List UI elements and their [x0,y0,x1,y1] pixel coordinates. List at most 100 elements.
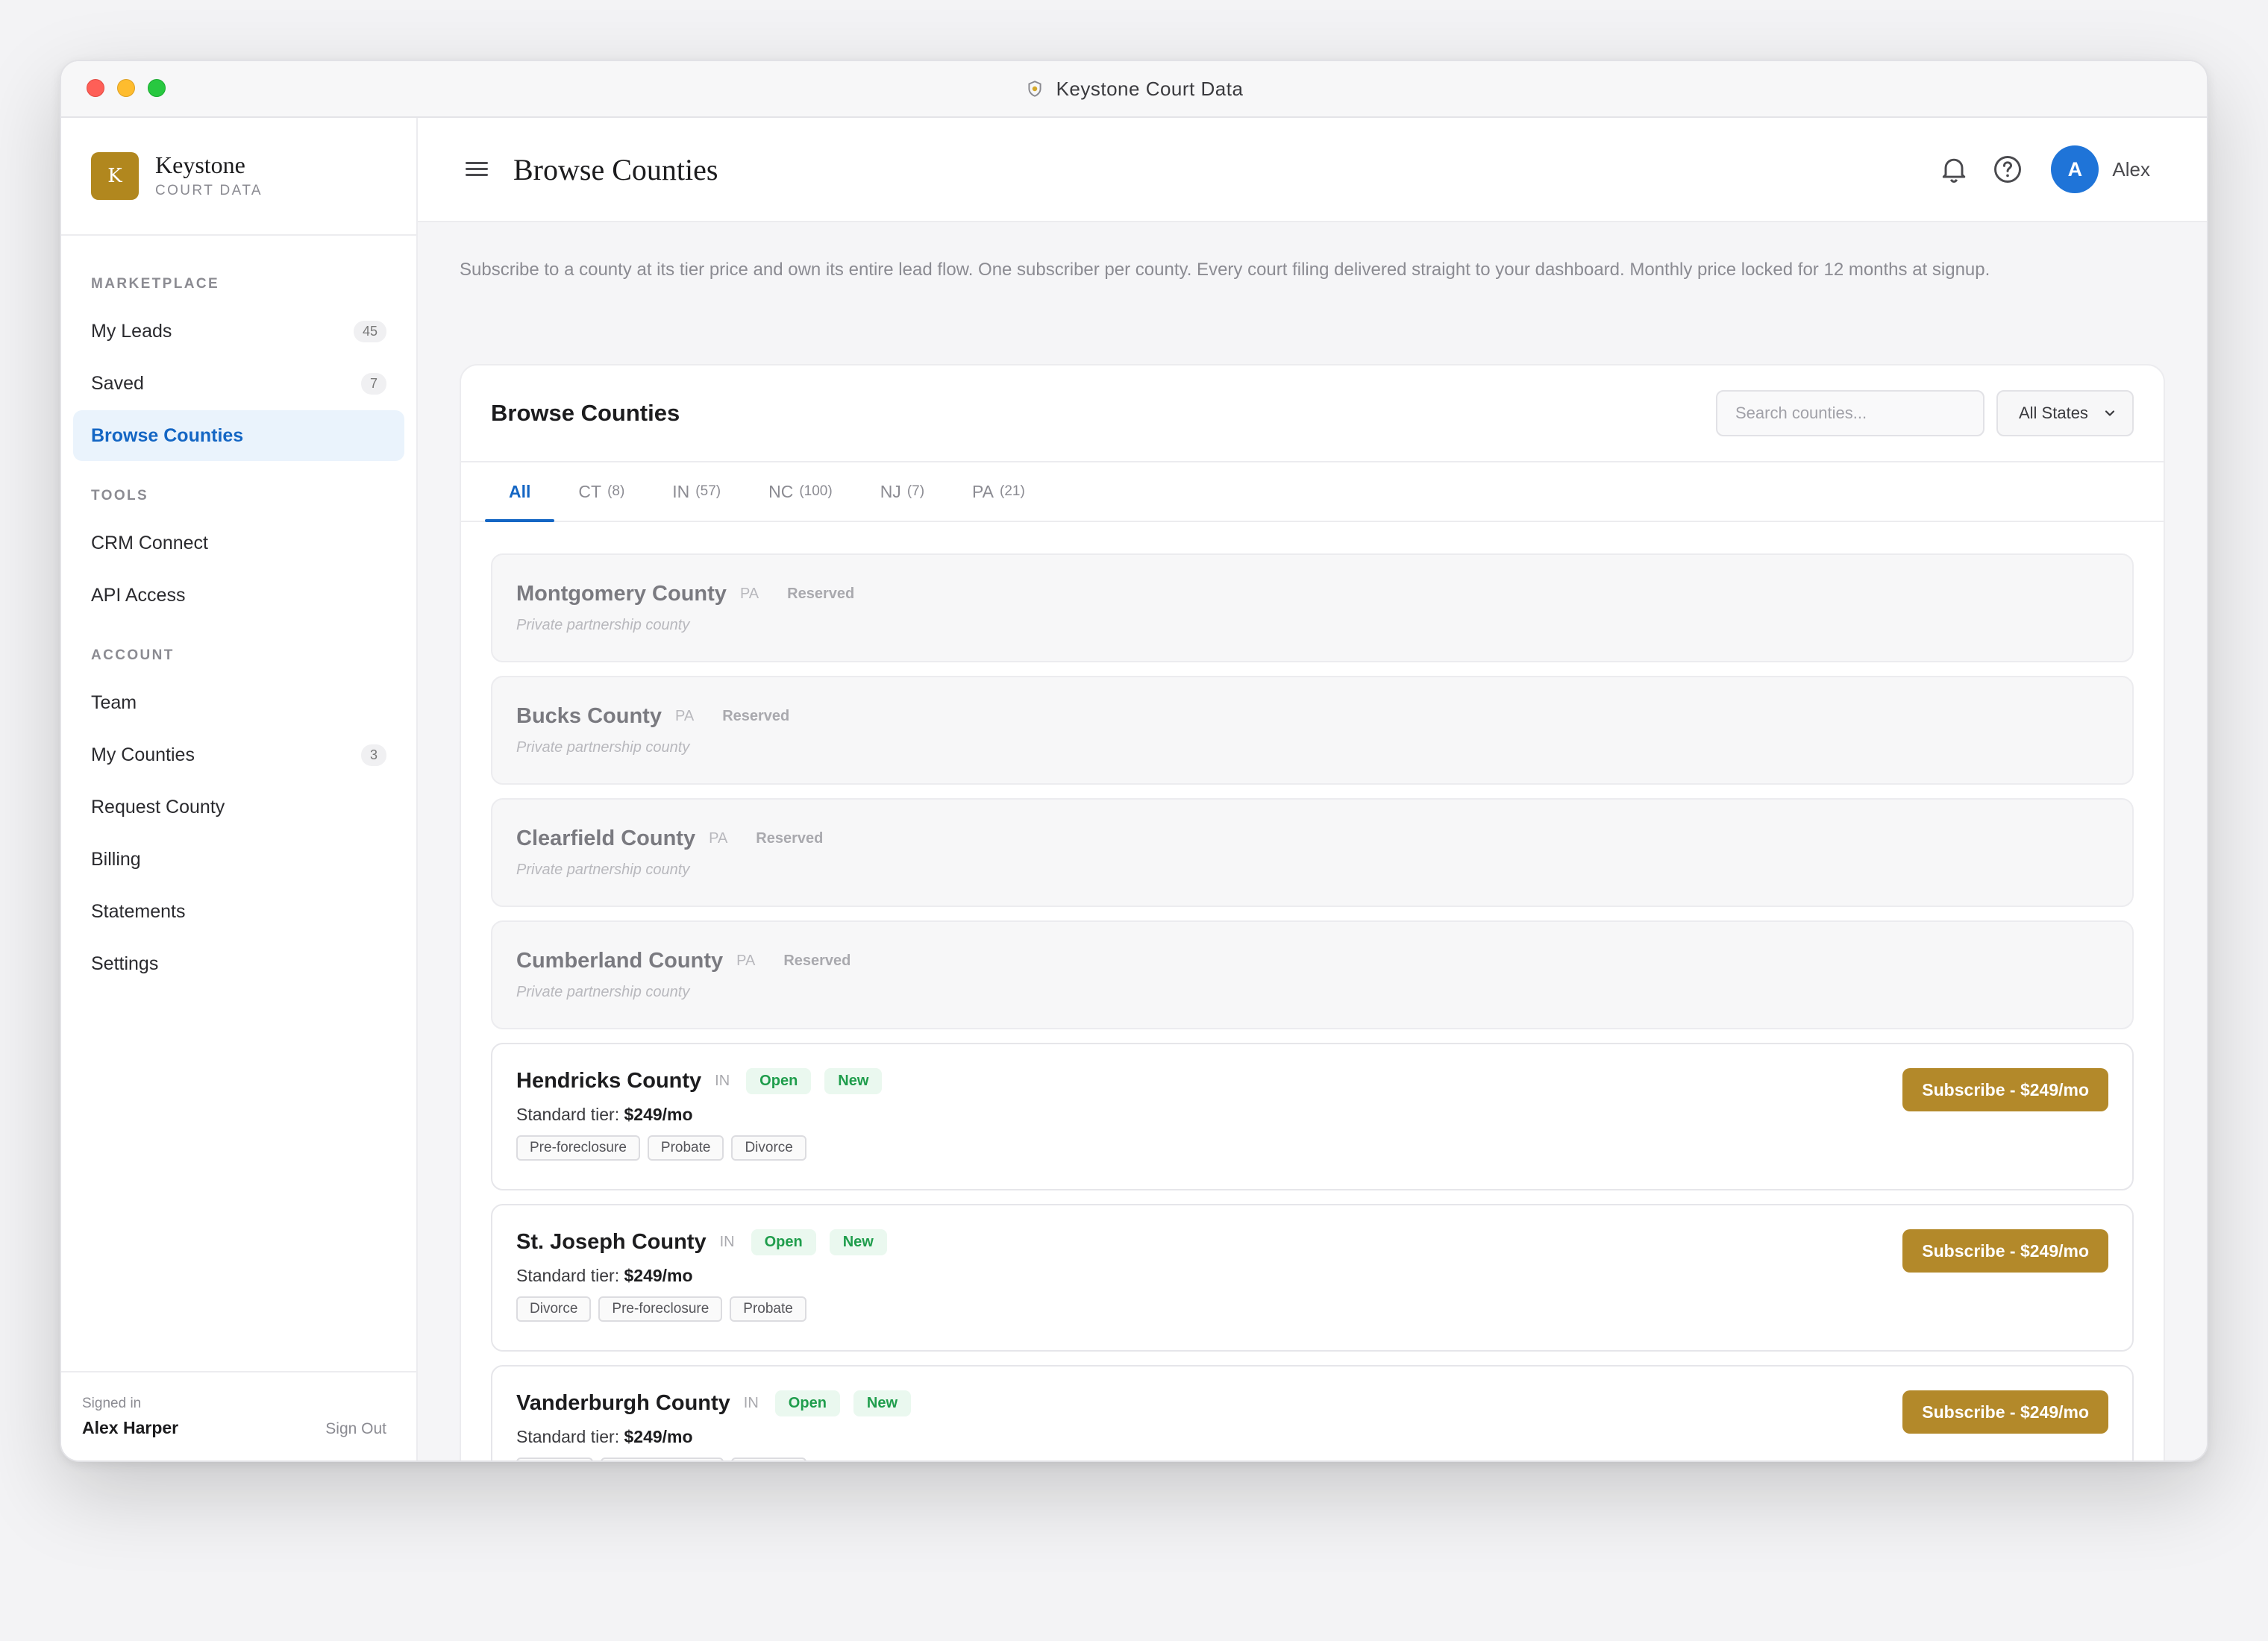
subscribe-button[interactable]: Subscribe - $249/mo [1902,1068,2108,1111]
tab-all[interactable]: All [485,462,555,522]
county-card-hendricks-county[interactable]: Hendricks County IN Open New Standard tier: … [491,1043,2134,1190]
state-filter-select[interactable]: All States [1996,390,2134,436]
subscribe-button[interactable]: Subscribe - $249/mo [1902,1229,2108,1273]
sidebar-item-settings[interactable]: Settings [73,938,404,989]
tab-pa[interactable]: PA (21) [948,462,1049,521]
sidebar-item-saved[interactable]: Saved 7 [73,358,404,409]
tab-count: (8) [607,483,625,499]
county-name: St. Joseph County [516,1230,707,1254]
nav-heading: ACCOUNT [91,647,175,663]
sidebar-item-request-county[interactable]: Request County [73,782,404,832]
tier-line: Standard tier: $249/mo [516,1427,2108,1447]
bell-icon[interactable] [1937,153,1970,186]
case-type-tags: Probate Pre-foreclosure Divorce [516,1458,2108,1460]
brand-logo: K [91,152,139,200]
sidebar-item-my-leads[interactable]: My Leads 45 [73,306,404,357]
county-name: Clearfield County [516,826,696,850]
tier-line: Standard tier: $249/mo [516,1105,2108,1125]
nav-heading: TOOLS [91,488,149,503]
subscribe-button[interactable]: Subscribe - $249/mo [1902,1390,2108,1434]
title-bar: Keystone Court Data [61,61,2207,118]
case-type-tag: Divorce [516,1296,592,1322]
tab-nj[interactable]: NJ (7) [856,462,948,521]
tier-label: Standard tier: [516,1427,620,1446]
sidebar-item-crm-connect[interactable]: CRM Connect [73,518,404,568]
sign-out-link[interactable]: Sign Out [325,1420,386,1438]
reserved-note: Private partnership county [516,739,690,756]
case-type-tags: Pre-foreclosure Probate Divorce [516,1135,2108,1161]
case-type-tags: Divorce Pre-foreclosure Probate [516,1296,2108,1322]
sidebar-item-label: Browse Counties [91,424,244,446]
tab-ct[interactable]: CT (8) [554,462,648,521]
county-state: IN [715,1073,730,1089]
minimize-window-button[interactable] [117,79,135,97]
search-input[interactable] [1716,390,1985,436]
open-badge: Open [774,1390,840,1416]
tier-price: $249/mo [624,1266,693,1285]
tab-count: (100) [799,483,833,499]
sidebar-item-api-access[interactable]: API Access [73,570,404,621]
sidebar-item-statements[interactable]: Statements [73,886,404,937]
page-title: Browse Counties [513,152,718,186]
avatar[interactable]: A [2051,145,2099,193]
sidebar-item-label: Billing [91,848,141,870]
county-card-st-joseph-county[interactable]: St. Joseph County IN Open New Standard tier:… [491,1204,2134,1352]
sidebar-item-label: My Leads [91,320,172,342]
sidebar-footer: Signed in Alex Harper Sign Out [61,1371,416,1460]
count-badge: 45 [353,320,386,342]
sidebar-item-label: Saved [91,372,144,394]
reserved-badge: Reserved [787,586,855,602]
brand[interactable]: K Keystone COURT DATA [61,118,416,236]
count-badge: 3 [360,744,386,766]
sidebar-item-label: My Counties [91,744,195,765]
case-type-tag: Pre-foreclosure [600,1458,724,1460]
window-title: Keystone Court Data [1056,77,1244,100]
case-type-tag: Probate [647,1135,724,1161]
sidebar-item-label: API Access [91,584,186,606]
tab-nc[interactable]: NC (100) [745,462,856,521]
county-name: Vanderburgh County [516,1391,730,1415]
tier-line: Standard tier: $249/mo [516,1266,2108,1286]
sidebar-nav: MARKETPLACE My Leads 45 Saved 7 Browse Counti… [61,236,416,989]
tab-in[interactable]: IN (57) [648,462,745,521]
window-controls [87,79,166,97]
tier-label: Standard tier: [516,1105,620,1124]
sidebar-item-my-counties[interactable]: My Counties 3 [73,729,404,780]
sidebar: K Keystone COURT DATA MARKETPLACE My Lead… [61,118,418,1460]
tab-label: PA [972,481,994,501]
header-user-name[interactable]: Alex [2112,158,2150,181]
case-type-tag: Pre-foreclosure [598,1296,723,1322]
reserved-note: Private partnership county [516,862,690,878]
tab-count: (57) [695,483,721,499]
sidebar-item-browse-counties[interactable]: Browse Counties [73,410,404,461]
sidebar-item-team[interactable]: Team [73,677,404,728]
signed-in-label: Signed in [82,1396,142,1411]
main-content: Browse Counties A Alex Subscribe to a co… [418,118,2207,1460]
tier-price: $249/mo [624,1427,693,1446]
state-filter-value: All States [2019,404,2088,422]
case-type-tag: Divorce [731,1135,806,1161]
count-badge: 7 [360,372,386,395]
tab-label: NJ [880,481,901,501]
reserved-badge: Reserved [722,708,790,724]
case-type-tag: Pre-foreclosure [516,1135,640,1161]
county-card-vanderburgh-county[interactable]: Vanderburgh County IN Open New Standard tier… [491,1365,2134,1460]
zoom-window-button[interactable] [148,79,166,97]
tab-count: (7) [906,483,925,499]
county-card-montgomery-county: Montgomery County PA Reserved Private partn… [491,553,2134,662]
site-shield-icon [1028,81,1041,97]
reserved-note: Private partnership county [516,617,690,633]
menu-icon[interactable] [466,160,488,178]
chevron-down-icon [2105,410,2115,416]
help-icon[interactable] [1991,153,2024,186]
tab-count: (21) [1000,483,1025,499]
sidebar-item-label: CRM Connect [91,532,208,553]
close-window-button[interactable] [87,79,104,97]
reserved-badge: Reserved [756,830,824,847]
tab-label: IN [672,481,690,501]
sidebar-item-billing[interactable]: Billing [73,834,404,885]
nav-section-account: ACCOUNT Team My Counties 3 Request County Bil… [61,622,416,989]
open-badge: Open [751,1229,816,1255]
new-badge: New [824,1068,883,1094]
county-state: PA [736,953,756,969]
